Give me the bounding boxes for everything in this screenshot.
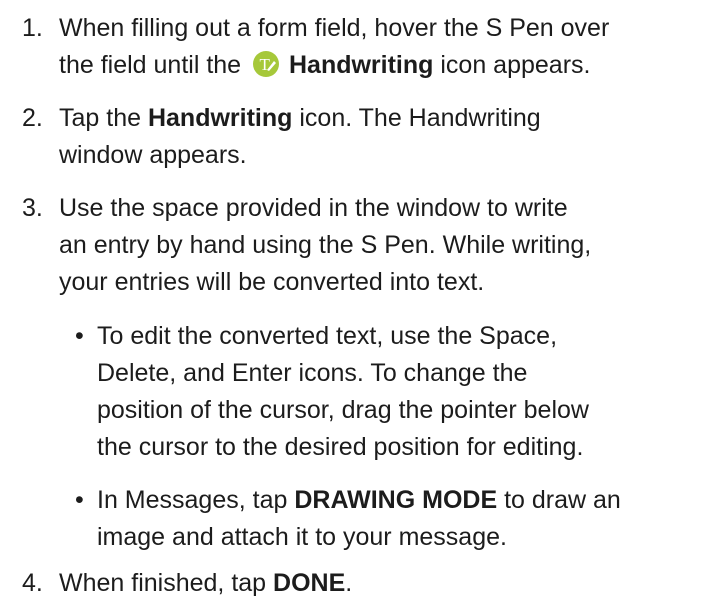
bullet-line: image and attach it to your message. <box>97 523 507 551</box>
handwriting-icon: T <box>252 50 280 78</box>
step-text: Use the space provided in the window to … <box>59 190 699 301</box>
step-line: the field until the T Handwriting icon a… <box>59 47 699 84</box>
step-line: your entries will be converted into text… <box>59 268 485 296</box>
step-text: Tap the Handwriting icon. The Handwritin… <box>59 100 699 174</box>
step-line: window appears. <box>59 141 247 169</box>
step-line: Tap the Handwriting icon. The Handwritin… <box>59 100 699 137</box>
bullet-line: Delete, and Enter icons. To change the <box>97 359 528 387</box>
bullet-line: To edit the converted text, use the Spac… <box>97 322 558 350</box>
bullet-symbol: • <box>75 322 84 350</box>
bullet-line: the cursor to the desired position for e… <box>97 433 584 461</box>
step-number: 1. <box>22 14 43 42</box>
bullet-line: In Messages, tap DRAWING MODE to draw an <box>97 482 697 519</box>
step-text-fragment: When finished, tap <box>59 569 267 597</box>
done-label: DONE <box>273 569 346 597</box>
step-line: an entry by hand using the S Pen. While … <box>59 231 592 259</box>
step-text-fragment: the field until the <box>59 51 242 79</box>
bullet-text-fragment: to draw an <box>504 486 621 514</box>
step-text-fragment: Tap the <box>59 104 142 132</box>
step-text: When filling out a form field, hover the… <box>59 10 699 84</box>
bullet-line: position of the cursor, drag the pointer… <box>97 396 589 424</box>
handwriting-label: Handwriting <box>288 51 434 79</box>
handwriting-label: Handwriting <box>147 104 293 132</box>
step-text-fragment: . <box>345 569 353 597</box>
drawing-mode-label: DRAWING MODE <box>294 486 498 514</box>
step-number: 2. <box>22 104 43 132</box>
step-text-fragment: icon. The Handwriting <box>299 104 541 132</box>
step-text: When finished, tap DONE. <box>59 565 699 602</box>
step-line: Use the space provided in the window to … <box>59 194 568 222</box>
svg-text:T: T <box>260 55 271 74</box>
step-number: 4. <box>22 569 43 597</box>
step-text-fragment: icon appears. <box>440 51 591 79</box>
bullet-text-fragment: In Messages, tap <box>97 486 288 514</box>
step-line: When filling out a form field, hover the… <box>59 14 610 42</box>
bullet-symbol: • <box>75 486 84 514</box>
step-number: 3. <box>22 194 43 222</box>
bullet-text: To edit the converted text, use the Spac… <box>97 318 697 466</box>
bullet-text: In Messages, tap DRAWING MODE to draw an… <box>97 482 697 556</box>
